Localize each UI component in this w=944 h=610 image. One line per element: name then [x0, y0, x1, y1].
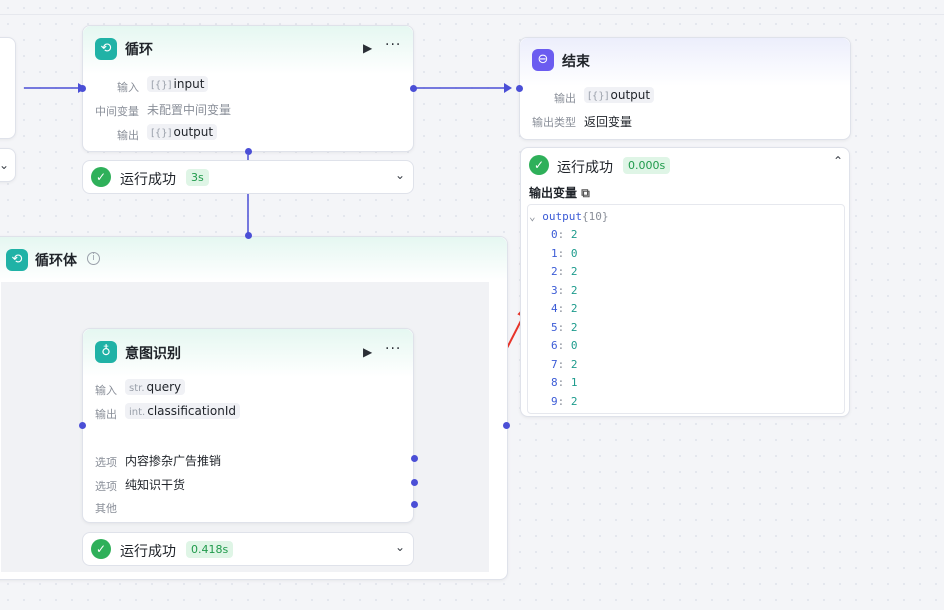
- run-icon[interactable]: ▶: [363, 345, 372, 359]
- more-icon[interactable]: ···: [385, 37, 401, 53]
- success-icon: ✓: [91, 167, 111, 187]
- output-tree-item: 4: 2: [551, 302, 578, 315]
- loop-status-text: 运行成功: [120, 172, 176, 188]
- loop-body-port[interactable]: [245, 148, 252, 155]
- run-icon[interactable]: ▶: [363, 41, 372, 55]
- loop-status-time: 3s: [186, 169, 209, 186]
- loop-node-title: 循环: [125, 42, 153, 58]
- loop-icon: ⟲: [6, 249, 28, 271]
- intent-option-value: 内容掺杂广告推销: [125, 454, 222, 468]
- intent-option-label: 选项: [95, 456, 117, 469]
- output-tree-item: 1: 0: [551, 247, 578, 260]
- end-output-label: 输出: [554, 92, 576, 105]
- bulb-icon: ♁: [95, 341, 117, 363]
- output-tree-item: 3: 2: [551, 284, 578, 297]
- loop-intermediate-value: 未配置中间变量: [147, 103, 232, 117]
- end-run-result[interactable]: ✓ 运行成功 0.000s ⌃ 输出变量 ⧉ ⌄ output{10} 0: 2…: [520, 147, 850, 417]
- end-node-title: 结束: [562, 54, 590, 70]
- end-status-time: 0.000s: [623, 157, 671, 174]
- output-tree-item: 0: 2: [551, 228, 578, 241]
- loop-output-label: 输出: [117, 129, 139, 142]
- loop-run-status[interactable]: ✓ 运行成功 3s ⌄: [82, 160, 414, 194]
- success-icon: ✓: [91, 539, 111, 559]
- output-tree-item: 7: 2: [551, 358, 578, 371]
- loop-icon: ⟲: [95, 38, 117, 60]
- chevron-down-icon[interactable]: ⌄: [395, 540, 405, 554]
- end-output-type-label: 输出类型: [532, 116, 576, 129]
- loop-input-port[interactable]: [79, 85, 86, 92]
- intent-input-value: str. query: [125, 379, 186, 395]
- intent-other-label: 其他: [95, 502, 117, 515]
- output-tree-item: 5: 2: [551, 321, 578, 334]
- intent-output-label: 输出: [95, 408, 117, 421]
- loop-body-title: 循环体: [35, 253, 77, 269]
- end-input-port[interactable]: [516, 85, 523, 92]
- intent-option-value: 纯知识干货: [125, 478, 186, 492]
- chevron-down-icon[interactable]: ⌄: [395, 168, 405, 182]
- output-tree-item: 8: 1: [551, 376, 578, 389]
- intent-other-port[interactable]: [411, 501, 418, 508]
- output-tree-root[interactable]: ⌄ output{10}: [529, 210, 609, 223]
- intent-option-port[interactable]: [411, 455, 418, 462]
- intent-run-status[interactable]: ✓ 运行成功 0.418s ⌄: [82, 532, 414, 566]
- end-output-type-value: 返回变量: [584, 115, 633, 129]
- output-variables-title: 输出变量 ⧉: [529, 186, 590, 200]
- loop-body-top-port[interactable]: [245, 232, 252, 239]
- output-tree: ⌄ output{10} 0: 2 1: 0 2: 2 3: 2 4: 2 5:…: [529, 210, 829, 410]
- output-tree-item: 9: 2: [551, 395, 578, 408]
- previous-node-status-partial[interactable]: ⌄: [0, 148, 16, 182]
- intent-status-time: 0.418s: [186, 541, 234, 558]
- intent-input-port[interactable]: [79, 422, 86, 429]
- intent-node[interactable]: ♁ 意图识别 ▶ ··· 输入 str. query 输出 int. classif…: [82, 328, 414, 523]
- loop-input-label: 输入: [117, 81, 139, 94]
- output-tree-item: 2: 2: [551, 265, 578, 278]
- chevron-down-icon[interactable]: ⌄: [0, 158, 9, 172]
- intent-output-value: int. classificationId: [125, 403, 240, 419]
- intent-option-port[interactable]: [411, 479, 418, 486]
- more-icon[interactable]: ···: [385, 341, 401, 357]
- loop-intermediate-label: 中间变量: [95, 105, 139, 118]
- end-output-value: [{}] output: [584, 87, 655, 103]
- loop-input-value: [{}] input: [147, 76, 209, 92]
- info-icon[interactable]: i: [87, 252, 100, 265]
- previous-node-partial[interactable]: [0, 37, 16, 139]
- loop-node[interactable]: ⟲ 循环 ▶ ··· 输入 [{}] input 中间变量 未配置中间变量 输出 …: [82, 25, 414, 152]
- end-icon: ⊖: [532, 49, 554, 71]
- intent-node-title: 意图识别: [125, 346, 181, 362]
- copy-icon[interactable]: ⧉: [581, 186, 590, 200]
- success-icon: ✓: [529, 155, 549, 175]
- intent-option-label: 选项: [95, 480, 117, 493]
- loop-output-value: [{}] output: [147, 124, 218, 140]
- output-tree-item: 6: 0: [551, 339, 578, 352]
- intent-status-text: 运行成功: [120, 544, 176, 560]
- loop-output-port[interactable]: [410, 85, 417, 92]
- loop-body-output-port[interactable]: [503, 422, 510, 429]
- chevron-up-icon[interactable]: ⌃: [833, 154, 843, 168]
- end-status-text: 运行成功: [557, 160, 613, 176]
- intent-input-label: 输入: [95, 384, 117, 397]
- end-node[interactable]: ⊖ 结束 输出 [{}] output 输出类型 返回变量: [519, 37, 851, 140]
